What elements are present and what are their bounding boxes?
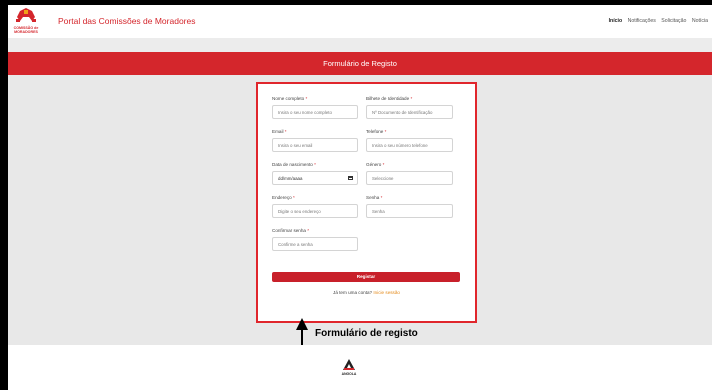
top-navbar: COMISSÃO de MORADORES Portal das Comissõ… bbox=[8, 5, 712, 38]
angola-emblem-logo: ANGOLA bbox=[342, 359, 357, 376]
email-label: Email * bbox=[272, 129, 287, 134]
bi-field: Bilhete de Identidade * Nº Documento de … bbox=[366, 96, 454, 120]
arrow-shaft bbox=[301, 329, 303, 345]
telefone-input[interactable]: Insira o seu número telefone bbox=[366, 138, 453, 152]
registration-form-annotation: Formulário de registo bbox=[295, 317, 455, 347]
page-footer: ANGOLA bbox=[8, 345, 712, 390]
page: COMISSÃO de MORADORES Portal das Comissõ… bbox=[8, 5, 712, 390]
content-area: Nome completo * Insira o seu nome comple… bbox=[8, 75, 712, 345]
main-nav: Início Notificações Solicitação Notícia bbox=[609, 18, 712, 24]
registar-button[interactable]: Registar bbox=[272, 272, 460, 282]
nav-item-noticia[interactable]: Notícia bbox=[692, 18, 708, 24]
nav-item-notificacoes[interactable]: Notificações bbox=[628, 18, 656, 24]
registration-form: Nome completo * Insira o seu nome comple… bbox=[256, 82, 477, 323]
senha-label: Senha * bbox=[366, 195, 383, 200]
nascimento-label: Data de nascimento * bbox=[272, 162, 316, 167]
login-prompt-text: Já tem uma conta? bbox=[333, 290, 373, 295]
senha-field: Senha * Senha bbox=[366, 195, 454, 219]
endereco-label: Endereço * bbox=[272, 195, 295, 200]
email-input[interactable]: Insira o seu email bbox=[272, 138, 358, 152]
svg-text:ANGOLA: ANGOLA bbox=[342, 372, 357, 376]
confirmar-senha-field: Confirmar senha * Confirme a senha bbox=[272, 228, 359, 252]
nascimento-value: dd/mm/aaaa bbox=[278, 176, 303, 181]
login-link[interactable]: Inicie sessão bbox=[373, 290, 400, 295]
confirmar-senha-input[interactable]: Confirme a senha bbox=[272, 237, 358, 251]
telefone-label: Telefone * bbox=[366, 129, 387, 134]
page-title: Formulário de Registo bbox=[323, 59, 397, 68]
nascimento-date-input[interactable]: dd/mm/aaaa bbox=[272, 171, 358, 185]
genero-select[interactable]: Seleccione bbox=[366, 171, 453, 185]
svg-text:MORADORES: MORADORES bbox=[14, 30, 38, 34]
email-field: Email * Insira o seu email bbox=[272, 129, 359, 153]
nav-item-inicio[interactable]: Início bbox=[609, 18, 623, 24]
nome-input[interactable]: Insira o seu nome completo bbox=[272, 105, 358, 119]
header-spacer bbox=[8, 38, 712, 52]
telefone-field: Telefone * Insira o seu número telefone bbox=[366, 129, 454, 153]
nascimento-field: Data de nascimento * dd/mm/aaaa bbox=[272, 162, 359, 186]
annotation-label: Formulário de registo bbox=[315, 328, 418, 339]
endereco-field: Endereço * Digite o seu endereço bbox=[272, 195, 359, 219]
senha-input[interactable]: Senha bbox=[366, 204, 453, 218]
confirmar-senha-label: Confirmar senha * bbox=[272, 228, 310, 233]
genero-field: Género * Seleccione bbox=[366, 162, 454, 186]
comissao-moradores-logo[interactable]: COMISSÃO de MORADORES bbox=[11, 7, 41, 35]
endereco-input[interactable]: Digite o seu endereço bbox=[272, 204, 358, 218]
nome-field: Nome completo * Insira o seu nome comple… bbox=[272, 96, 359, 120]
bi-label: Bilhete de Identidade * bbox=[366, 96, 413, 101]
genero-label: Género * bbox=[366, 162, 385, 167]
app-title[interactable]: Portal das Comissões de Moradores bbox=[58, 16, 195, 26]
nome-label: Nome completo * bbox=[272, 96, 308, 101]
bi-input[interactable]: Nº Documento de Identificação bbox=[366, 105, 453, 119]
calendar-icon[interactable] bbox=[348, 175, 353, 180]
nav-item-solicitacao[interactable]: Solicitação bbox=[661, 18, 686, 24]
page-banner: Formulário de Registo bbox=[8, 52, 712, 75]
login-prompt: Já tem uma conta? Inicie sessão bbox=[258, 290, 475, 295]
